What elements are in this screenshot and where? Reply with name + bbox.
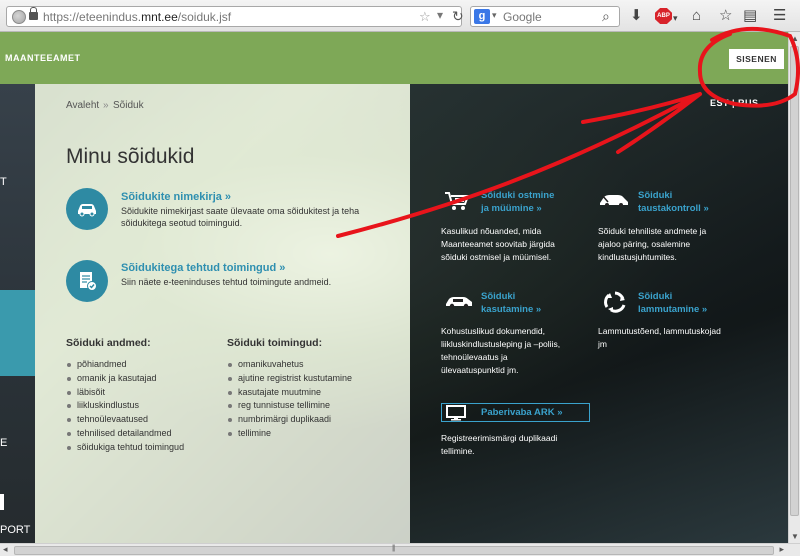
services-panel xyxy=(410,84,788,543)
left-nav-active-item[interactable] xyxy=(0,290,35,376)
bookmark-star-icon[interactable]: ☆ xyxy=(419,9,431,25)
service-usage-desc-3: tehnoülevaatus ja xyxy=(441,352,508,362)
vehicle-operations-list: omanikuvahetus ajutine registrist kustut… xyxy=(227,358,352,441)
left-nav-item-2[interactable]: E xyxy=(0,437,7,449)
vertical-scrollbar[interactable]: ▲ ▼ xyxy=(788,32,800,543)
service-dismantling-desc-2: jm xyxy=(598,339,607,349)
bookmark-icon[interactable]: ☆ xyxy=(719,7,732,25)
monitor-icon xyxy=(446,405,466,421)
lock-icon xyxy=(29,7,38,20)
car-icon[interactable] xyxy=(66,188,108,230)
list-item[interactable]: omanik ja kasutajad xyxy=(66,372,184,386)
list-item[interactable]: kasutajate muutmine xyxy=(227,386,352,400)
breadcrumb-current: Sõiduk xyxy=(113,100,144,111)
vehicle-data-list: põhiandmed omanik ja kasutajad läbisõit … xyxy=(66,358,184,455)
service-dismantling-title-2[interactable]: lammutamine » xyxy=(638,304,707,317)
horizontal-scrollbar[interactable]: ◂ ||| ▸ xyxy=(0,543,800,556)
scroll-up-icon[interactable]: ▲ xyxy=(791,34,799,43)
vehicle-list-description-2: sõidukitega seotud toiminguid. xyxy=(121,218,243,228)
car-icon[interactable] xyxy=(444,293,474,309)
reload-icon[interactable]: ↻ xyxy=(452,8,464,25)
service-background-check-desc-2: ajaloo päring, osalemine xyxy=(598,239,691,249)
scroll-thumb[interactable] xyxy=(790,46,799,516)
adblock-dropdown-icon[interactable]: ▾ xyxy=(673,9,678,27)
download-icon[interactable]: ⬇ xyxy=(630,7,643,25)
list-item[interactable]: tehnoülevaatused xyxy=(66,413,184,427)
service-background-check-title-1[interactable]: Sõiduki xyxy=(638,190,672,203)
service-buy-sell-desc-3: sõiduki ostmisel ja müümisel. xyxy=(441,252,552,262)
browser-toolbar: https://eteenindus.mnt.ee/soiduk.jsf ☆ ▾… xyxy=(0,0,800,32)
service-background-check-title-2[interactable]: taustakontroll » xyxy=(638,203,709,216)
service-buy-sell-desc-2: Maanteeamet soovitab järgida xyxy=(441,239,555,249)
page-title: Minu sõidukid xyxy=(66,145,195,168)
list-item[interactable]: liikluskindlustus xyxy=(66,399,184,413)
service-buy-sell-desc-1: Kasulikud nõuanded, mida xyxy=(441,226,542,236)
menu-icon[interactable]: ☰ xyxy=(773,7,786,25)
vehicle-operations-link[interactable]: Sõidukitega tehtud toimingud » xyxy=(121,262,285,274)
service-background-check-desc-1: Sõiduki tehniliste andmete ja xyxy=(598,226,707,236)
car-history-icon[interactable] xyxy=(598,192,630,208)
list-item[interactable]: põhiandmed xyxy=(66,358,184,372)
service-dismantling-title-1[interactable]: Sõiduki xyxy=(638,291,672,304)
service-usage-desc-1: Kohustuslikud dokumendid, xyxy=(441,326,545,336)
service-background-check-desc-3: kindlustusjuhtumites. xyxy=(598,252,677,262)
site-logo[interactable]: MAANTEEAMET xyxy=(5,53,81,63)
list-item[interactable]: läbisõit xyxy=(66,386,184,400)
list-item-continued[interactable]: tellimine xyxy=(227,427,352,441)
google-icon[interactable]: g xyxy=(474,9,490,24)
search-input[interactable]: Google xyxy=(503,10,542,24)
address-bar[interactable]: https://eteenindus.mnt.ee/soiduk.jsf ☆ ▾… xyxy=(6,6,464,27)
paperless-ark-desc-1: Registreerimismärgi duplikaadi xyxy=(441,433,558,443)
language-switch[interactable]: EST | RUS xyxy=(710,98,759,108)
service-usage-title-1[interactable]: Sõiduki xyxy=(481,291,515,304)
scroll-grip-icon: ||| xyxy=(392,545,396,552)
service-usage-desc-4: ülevaatuspunktid jm. xyxy=(441,365,519,375)
list-item[interactable]: omanikuvahetus xyxy=(227,358,352,372)
search-bar[interactable]: g ▾ Google ⌕ xyxy=(470,6,620,27)
site-header: MAANTEEAMET xyxy=(0,32,788,84)
list-item[interactable]: numbrimärgi duplikaadi xyxy=(227,413,352,427)
vehicle-data-title: Sõiduki andmed: xyxy=(66,337,151,349)
scroll-down-icon[interactable]: ▼ xyxy=(791,532,799,541)
service-dismantling-desc-1: Lammutustõend, lammutuskojad xyxy=(598,326,721,336)
scroll-right-icon[interactable]: ▸ xyxy=(779,544,784,555)
history-dropdown-icon[interactable]: ▾ xyxy=(437,8,443,22)
list-item[interactable]: sõidukiga tehtud toimingud xyxy=(66,441,184,455)
shopping-cart-car-icon[interactable] xyxy=(443,190,471,212)
service-usage-desc-2: liikluskindlustusleping ja –poliis, xyxy=(441,339,561,349)
paperless-ark-desc-2: tellimine. xyxy=(441,446,475,456)
left-navigation: T E PORT xyxy=(0,84,35,543)
scroll-left-icon[interactable]: ◂ xyxy=(3,544,8,555)
recycle-icon[interactable] xyxy=(603,290,627,314)
home-icon[interactable]: ⌂ xyxy=(692,7,701,25)
service-buy-sell-title-2[interactable]: ja müümine » xyxy=(481,203,542,216)
service-buy-sell-title-1[interactable]: Sõiduki ostmine xyxy=(481,190,554,203)
service-usage-title-2[interactable]: kasutamine » xyxy=(481,304,541,317)
url-text[interactable]: https://eteenindus.mnt.ee/soiduk.jsf xyxy=(43,10,231,24)
search-icon[interactable]: ⌕ xyxy=(602,8,610,25)
paperless-ark-link[interactable]: Paberivaba ARK » xyxy=(481,407,563,420)
list-item[interactable]: ajutine registrist kustutamine xyxy=(227,372,352,386)
vehicle-list-description: Sõidukite nimekirjast saate ülevaate oma… xyxy=(121,206,360,216)
left-nav-item-1[interactable]: T xyxy=(0,176,7,188)
site-identity-icon[interactable] xyxy=(12,10,26,24)
list-item[interactable]: tehnilised detailandmed xyxy=(66,427,184,441)
breadcrumb-home[interactable]: Avaleht xyxy=(66,100,99,111)
left-nav-marker xyxy=(0,494,4,510)
login-button[interactable]: SISENEN xyxy=(729,49,784,69)
left-nav-item-3[interactable]: PORT xyxy=(0,524,30,536)
vehicle-operations-title: Sõiduki toimingud: xyxy=(227,337,323,349)
list-item[interactable]: reg tunnistuse tellimine xyxy=(227,399,352,413)
bookmarks-menu-icon[interactable]: ▤ xyxy=(743,7,757,25)
vehicle-list-link[interactable]: Sõidukite nimekirja » xyxy=(121,191,231,203)
breadcrumb-separator: » xyxy=(103,100,109,111)
adblock-icon[interactable]: ABP xyxy=(655,8,672,24)
document-check-icon[interactable] xyxy=(66,260,108,302)
search-engine-dropdown-icon[interactable]: ▾ xyxy=(492,10,497,21)
vehicle-operations-description: Siin näete e-teeninduses tehtud toimingu… xyxy=(121,277,332,287)
